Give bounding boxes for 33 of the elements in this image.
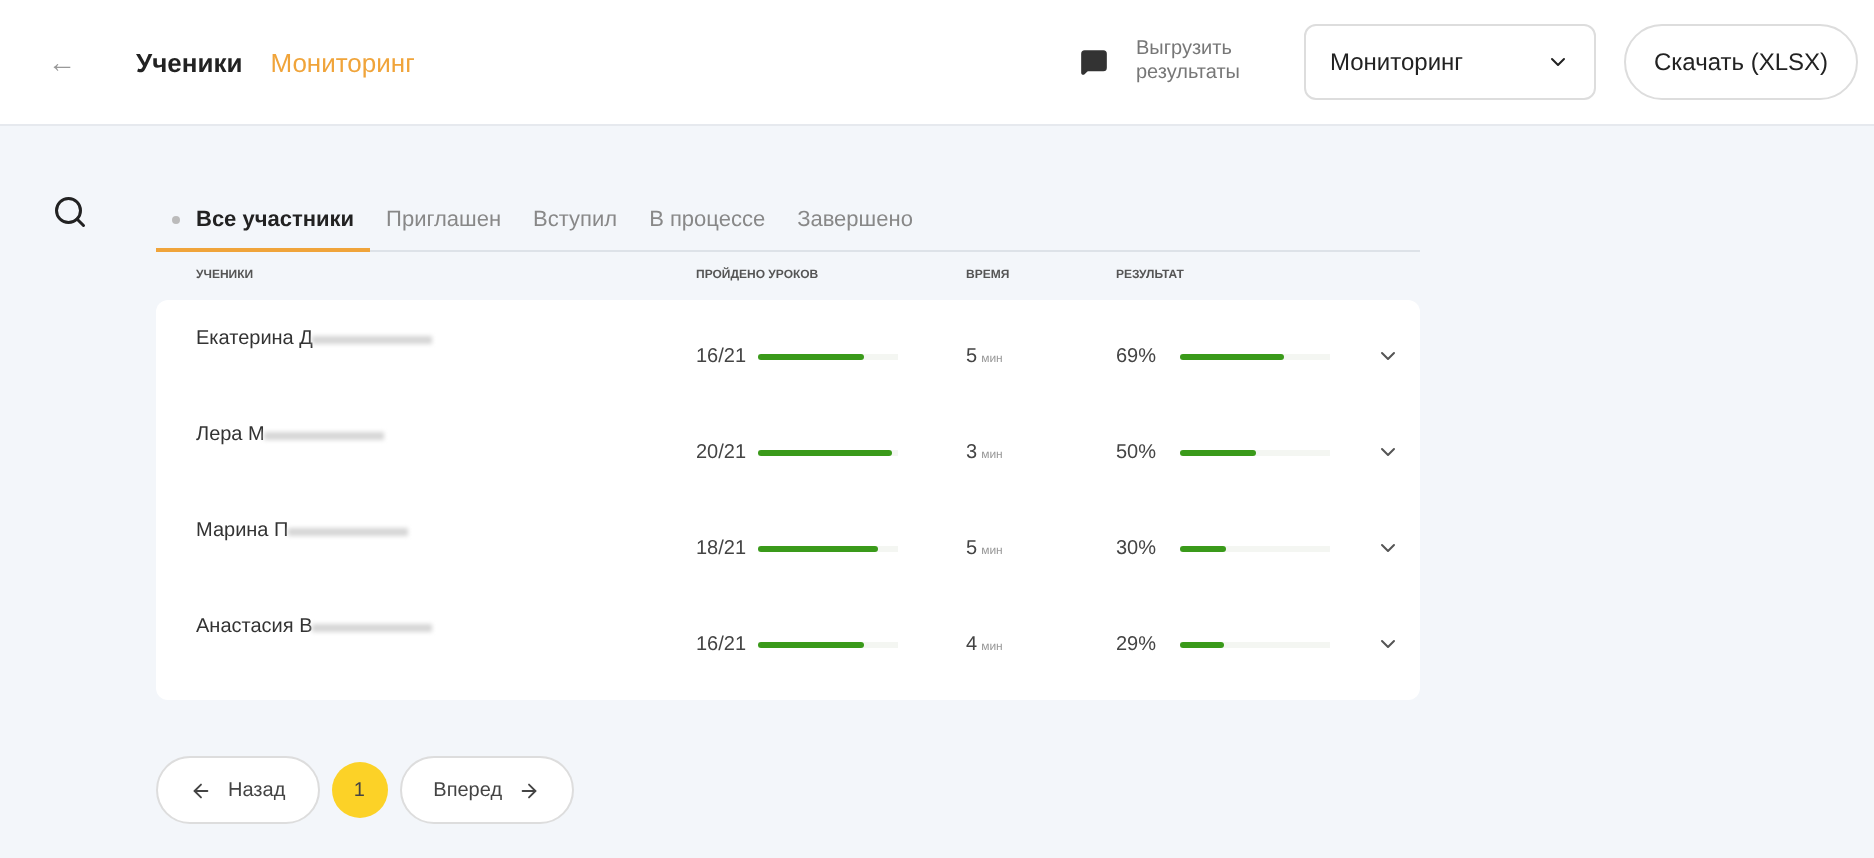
blurred-text <box>312 623 433 631</box>
blurred-text <box>264 431 385 439</box>
progress-bar <box>758 449 899 455</box>
message-icon[interactable] <box>1079 48 1108 76</box>
nav-tab[interactable]: Ученики <box>136 47 243 77</box>
result-value: 50% <box>1116 441 1157 463</box>
lessons-count: 16/21 <box>696 633 747 655</box>
progress-bar <box>758 545 899 551</box>
student-name: Екатерина Д <box>196 328 313 350</box>
blurred-text <box>288 527 409 535</box>
search-icon[interactable] <box>52 194 88 230</box>
progress-bar <box>758 641 899 647</box>
arrow-right-icon <box>518 779 541 801</box>
result-value: 69% <box>1116 345 1157 367</box>
result-value: 29% <box>1116 633 1157 655</box>
lessons-count: 18/21 <box>696 537 747 559</box>
back-page-button[interactable]: Назад <box>156 756 320 824</box>
student-name: Анастасия В <box>196 616 313 638</box>
student-name: Марина П <box>196 520 289 542</box>
result-value: 30% <box>1116 537 1157 559</box>
view-select[interactable]: Мониторинг <box>1303 24 1596 100</box>
lessons-count: 20/21 <box>696 441 747 463</box>
lessons-count: 16/21 <box>696 345 747 367</box>
export-link[interactable]: Выгрузить результаты <box>1135 38 1276 86</box>
dot-icon <box>172 215 180 223</box>
arrow-left-icon <box>190 779 212 801</box>
page-button[interactable]: 1 <box>331 762 388 818</box>
progress-bar <box>758 353 899 359</box>
student-name: Лера М <box>196 424 265 446</box>
download-button[interactable]: Скачать (XLSX) <box>1623 24 1858 100</box>
next-page-button[interactable]: Вперед <box>399 756 575 824</box>
blurred-text <box>312 335 433 343</box>
filter-tab[interactable]: Все участники <box>156 190 371 252</box>
